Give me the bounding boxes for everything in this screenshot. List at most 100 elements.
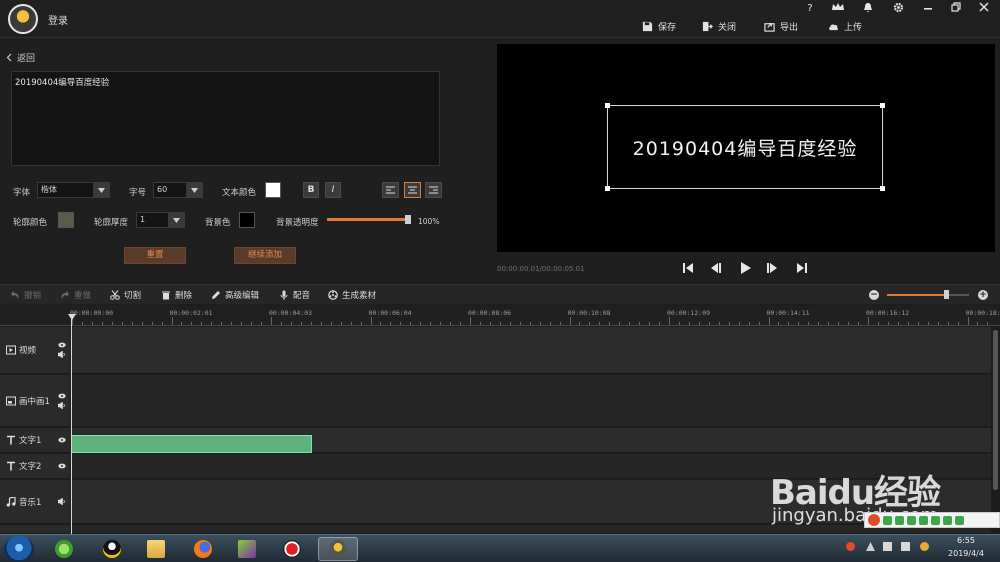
outline-color-swatch[interactable] xyxy=(58,212,74,228)
cut-button[interactable]: 切割 xyxy=(110,288,141,302)
bold-button[interactable]: B xyxy=(303,182,319,198)
tray-volume-icon[interactable] xyxy=(901,542,910,551)
taskbar-app-media[interactable] xyxy=(227,537,267,561)
ime-punctuation-icon[interactable] xyxy=(895,515,904,525)
ime-user-icon[interactable] xyxy=(931,515,940,525)
video-preview[interactable]: 20190404编导百度经验 xyxy=(497,44,995,252)
taskbar-app-recorder[interactable] xyxy=(272,537,312,561)
skip-start-button[interactable] xyxy=(681,261,695,275)
speaker-icon[interactable] xyxy=(58,401,66,409)
bg-opacity-handle[interactable] xyxy=(405,215,411,224)
ruler-tick xyxy=(420,322,422,325)
vip-icon[interactable] xyxy=(828,2,848,16)
ruler-tick-label: 00:00:08:06 xyxy=(468,309,512,317)
track-lane-video[interactable] xyxy=(71,327,991,374)
align-left-button[interactable] xyxy=(382,182,399,198)
start-button[interactable] xyxy=(4,536,34,562)
play-button[interactable] xyxy=(738,261,752,275)
ime-voice-icon[interactable] xyxy=(907,515,916,525)
upload-button[interactable]: 上传 xyxy=(828,19,862,33)
next-frame-button[interactable] xyxy=(766,261,780,275)
speaker-icon[interactable] xyxy=(58,351,66,358)
text-content-input[interactable]: 20190404编导百度经验 xyxy=(11,71,440,166)
taskbar-app-explorer[interactable] xyxy=(136,537,176,561)
track-header-video[interactable]: 视频 xyxy=(0,327,70,374)
timeline-scroll-thumb[interactable] xyxy=(993,330,998,490)
sogou-ime-icon[interactable] xyxy=(868,514,880,526)
delete-button[interactable]: 删除 xyxy=(161,288,192,302)
ruler-tick xyxy=(937,322,939,325)
tray-device-icon[interactable] xyxy=(883,542,892,551)
zoom-in-button[interactable]: + xyxy=(978,290,988,300)
notification-icon[interactable] xyxy=(858,2,878,16)
taskbar-app-firefox[interactable] xyxy=(183,537,223,561)
track-header-text2[interactable]: 文字2 xyxy=(0,454,70,479)
track-controls xyxy=(58,463,66,469)
eye-icon[interactable] xyxy=(58,393,66,399)
text-color-swatch[interactable] xyxy=(265,182,281,198)
ime-tools-icon[interactable] xyxy=(955,515,964,525)
generate-material-button[interactable]: 生成素材 xyxy=(328,288,376,302)
resize-handle[interactable] xyxy=(605,186,610,191)
advanced-edit-button[interactable]: 高级编辑 xyxy=(211,288,259,302)
ime-keyboard-icon[interactable] xyxy=(919,515,928,525)
taskbar-app-qq[interactable] xyxy=(92,537,132,561)
save-button[interactable]: 保存 xyxy=(642,19,676,33)
resize-handle[interactable] xyxy=(880,186,885,191)
track-header-pip[interactable]: 画中画1 xyxy=(0,375,70,427)
dubbing-button[interactable]: 配音 xyxy=(279,288,310,302)
zoom-out-button[interactable]: − xyxy=(869,290,879,300)
minimize-icon[interactable] xyxy=(918,2,938,16)
ime-chinese-mode-icon[interactable] xyxy=(883,515,892,525)
tray-notification-icon[interactable] xyxy=(920,542,929,551)
taskbar-app-360[interactable] xyxy=(44,537,84,561)
ruler-tick xyxy=(519,322,521,325)
caption-box[interactable]: 20190404编导百度经验 xyxy=(605,103,885,191)
zoom-slider-handle[interactable] xyxy=(943,290,949,299)
taskbar-app-video-editor[interactable] xyxy=(318,537,358,561)
avatar[interactable] xyxy=(8,4,38,34)
reset-button[interactable]: 重置 xyxy=(124,247,186,264)
trash-icon xyxy=(162,291,170,300)
close-project-button[interactable]: 关闭 xyxy=(702,19,736,33)
clock-time[interactable]: 6:55 xyxy=(946,536,986,545)
resize-handle[interactable] xyxy=(880,103,885,108)
align-right-button[interactable] xyxy=(425,182,442,198)
speaker-icon[interactable] xyxy=(58,498,66,505)
timeline-ruler[interactable]: 00:00:00:00 00:00:02:01 00:00:04:03 00:00:0… xyxy=(70,306,1000,326)
skip-forward-icon xyxy=(797,263,807,273)
track-header-music[interactable]: 音乐1 xyxy=(0,480,70,524)
track-header-text1[interactable]: 文字1 xyxy=(0,428,70,453)
ime-skin-icon[interactable] xyxy=(943,515,952,525)
ruler-tick xyxy=(848,322,850,325)
italic-button[interactable]: I xyxy=(325,182,341,198)
playhead-handle[interactable] xyxy=(68,314,76,320)
clock-date[interactable]: 2019/4/4 xyxy=(940,549,992,558)
ime-toolbar[interactable] xyxy=(864,512,1000,528)
restore-icon[interactable] xyxy=(946,2,966,16)
gear-icon[interactable] xyxy=(888,2,908,16)
back-button[interactable]: 返回 xyxy=(6,51,35,64)
eye-icon[interactable] xyxy=(58,463,66,469)
text-clip[interactable] xyxy=(71,435,312,453)
outline-thickness-select[interactable]: 1 xyxy=(136,212,185,228)
eye-icon[interactable] xyxy=(58,342,66,348)
font-label: 字体 xyxy=(13,188,31,198)
continue-add-button[interactable]: 继续添加 xyxy=(234,247,296,264)
login-link[interactable]: 登录 xyxy=(48,12,68,27)
align-center-button[interactable] xyxy=(404,182,421,198)
bg-color-swatch[interactable] xyxy=(239,212,255,228)
resize-handle[interactable] xyxy=(605,103,610,108)
track-lane-pip[interactable] xyxy=(71,375,991,427)
prev-frame-button[interactable] xyxy=(708,261,722,275)
close-icon[interactable] xyxy=(974,2,994,16)
undo-button[interactable]: 撤销 xyxy=(10,288,41,302)
help-button[interactable]: ? xyxy=(800,2,820,16)
tray-sogou-icon[interactable] xyxy=(846,542,855,551)
eye-icon[interactable] xyxy=(58,437,66,443)
export-button[interactable]: 导出 xyxy=(764,19,798,33)
skip-end-button[interactable] xyxy=(795,261,809,275)
redo-button[interactable]: 重做 xyxy=(60,288,91,302)
size-select[interactable]: 60 xyxy=(153,182,203,198)
font-select[interactable]: 楷体 xyxy=(37,182,110,198)
